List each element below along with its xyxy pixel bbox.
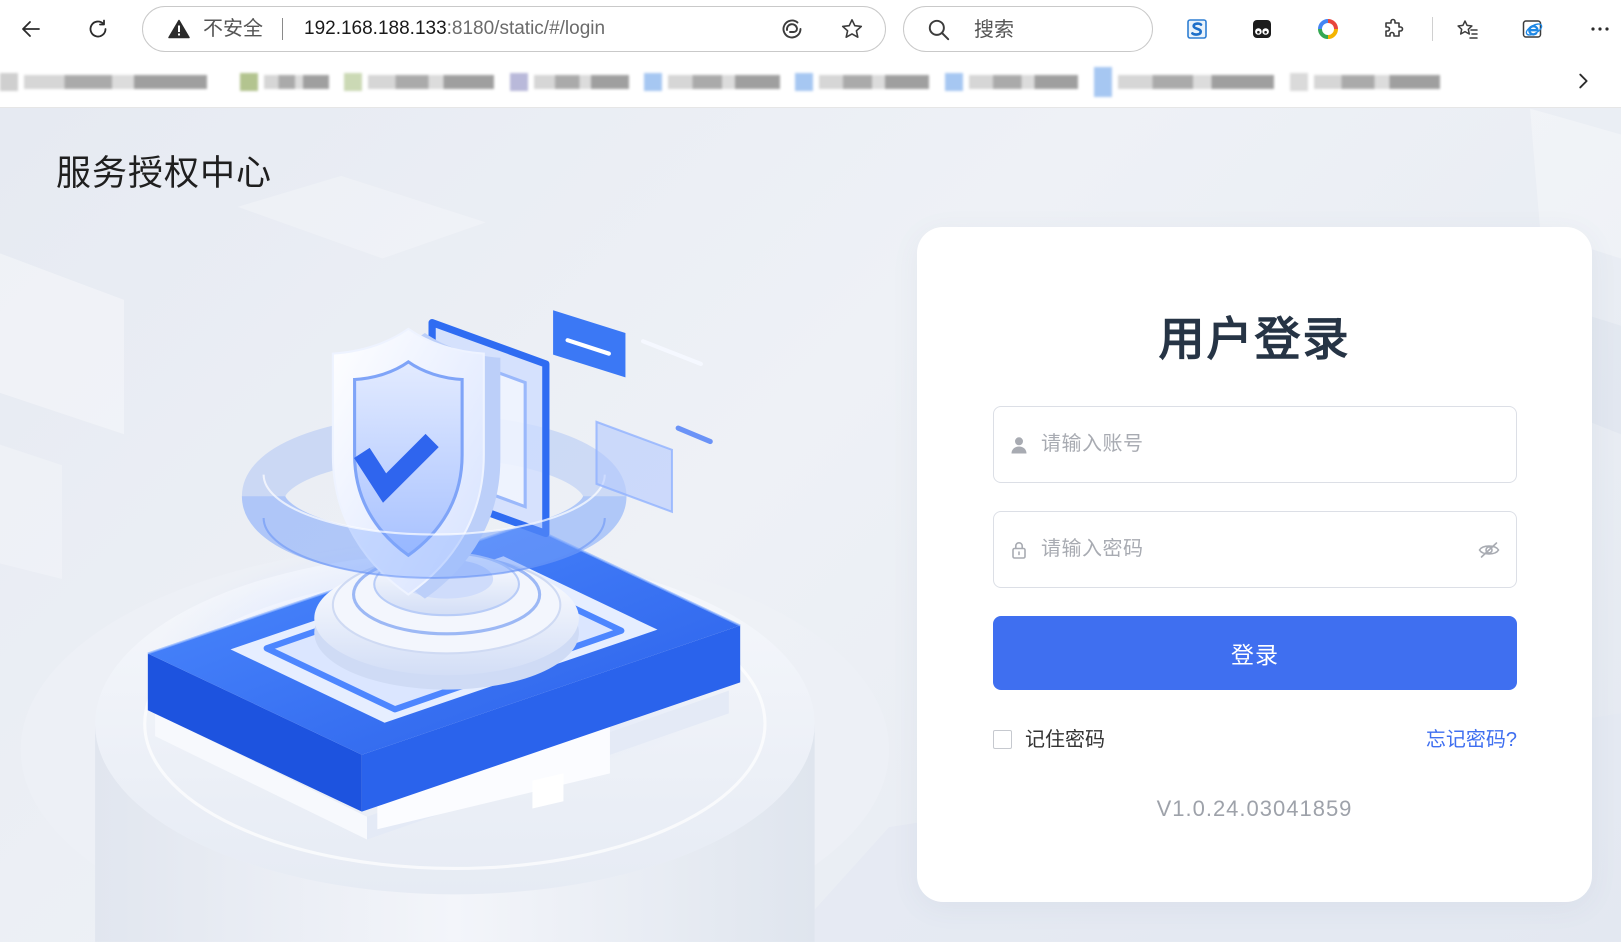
address-separator xyxy=(282,18,283,40)
eye-off-icon[interactable] xyxy=(1477,538,1501,562)
bookmark-favicon xyxy=(1094,67,1112,97)
extensions-puzzle-icon xyxy=(1385,18,1404,37)
bookmark-item[interactable] xyxy=(644,73,780,91)
bookmark-item[interactable] xyxy=(795,73,929,91)
login-page: 服务授权中心 用户登录 登录 记住密码 忘记密码? V1.0.24.030418… xyxy=(0,108,1621,942)
search-box[interactable] xyxy=(903,6,1153,53)
remember-password-label[interactable]: 记住密码 xyxy=(1025,727,1105,753)
bookmark-favicon xyxy=(1290,73,1308,91)
warning-triangle-icon[interactable] xyxy=(168,19,190,39)
bookmark-label-obscured xyxy=(668,75,780,89)
bookmark-item[interactable] xyxy=(0,73,207,91)
bookmark-favicon xyxy=(510,73,528,91)
tampermonkey-extension-icon xyxy=(1253,20,1271,38)
arrow-left-icon xyxy=(22,21,40,37)
read-aloud-icon xyxy=(782,19,802,39)
favorites-button[interactable] xyxy=(1450,11,1486,47)
bookmark-favicon xyxy=(644,73,662,91)
version-label: V1.0.24.03041859 xyxy=(1156,796,1353,821)
bookmark-item[interactable] xyxy=(1094,67,1274,97)
bookmark-favicon xyxy=(344,73,362,91)
refresh-button[interactable] xyxy=(80,11,116,47)
brand-title: 服务授权中心 xyxy=(56,154,273,193)
bookmark-favicon xyxy=(945,73,963,91)
search-input[interactable] xyxy=(972,7,1136,53)
remember-password-checkbox[interactable] xyxy=(993,730,1012,749)
bookmark-item[interactable] xyxy=(344,73,494,91)
color-ring-extension-icon xyxy=(1318,19,1338,39)
bookmarks-overflow-button[interactable] xyxy=(1567,65,1599,97)
lock-icon xyxy=(1012,542,1026,559)
bookmark-label-obscured xyxy=(24,75,207,89)
tampermonkey-extension-button[interactable] xyxy=(1244,11,1280,47)
user-icon xyxy=(1011,437,1027,454)
bookmarks-bar xyxy=(0,57,1621,108)
bookmark-favicon xyxy=(795,73,813,91)
url-path: :8180/static/#/login xyxy=(446,18,606,39)
favorites-icon xyxy=(1457,20,1478,39)
username-input[interactable] xyxy=(1041,407,1464,482)
security-status-label[interactable]: 不安全 xyxy=(203,7,263,51)
browser-toolbar: 不安全 192.168.188.133:8180/static/#/login xyxy=(0,0,1621,57)
bookmark-item[interactable] xyxy=(240,73,329,91)
bookmark-label-obscured xyxy=(819,75,929,89)
bookmark-label-obscured xyxy=(264,75,329,89)
refresh-icon xyxy=(89,19,107,38)
login-card: 用户登录 登录 记住密码 忘记密码? V1.0.24.03041859 xyxy=(917,227,1592,902)
bookmark-favicon xyxy=(240,73,258,91)
extensions-button[interactable] xyxy=(1376,11,1412,47)
username-field[interactable] xyxy=(993,406,1517,483)
bookmark-label-obscured xyxy=(1314,75,1440,89)
s-extension-button[interactable] xyxy=(1179,11,1215,47)
add-favorite-button[interactable] xyxy=(834,11,870,47)
bookmark-item[interactable] xyxy=(945,73,1078,91)
ie-mode-button[interactable] xyxy=(1515,11,1551,47)
password-input[interactable] xyxy=(1041,512,1464,587)
s-extension-icon xyxy=(1187,19,1207,39)
star-icon xyxy=(841,18,863,39)
url-text[interactable]: 192.168.188.133:8180/static/#/login xyxy=(304,7,605,51)
bookmark-label-obscured xyxy=(368,75,494,89)
forgot-password-link[interactable]: 忘记密码? xyxy=(1426,727,1517,753)
back-button[interactable] xyxy=(13,11,49,47)
chevron-right-icon xyxy=(1579,73,1588,89)
address-bar[interactable]: 不安全 192.168.188.133:8180/static/#/login xyxy=(142,6,886,52)
bookmark-label-obscured xyxy=(1118,75,1274,89)
ie-mode-icon xyxy=(1522,20,1543,38)
toolbar-separator xyxy=(1432,17,1433,41)
login-title: 用户登录 xyxy=(1158,313,1351,365)
login-button[interactable]: 登录 xyxy=(993,616,1517,690)
more-button[interactable] xyxy=(1582,11,1618,47)
search-icon xyxy=(928,19,950,41)
bookmark-label-obscured xyxy=(969,75,1078,89)
password-field[interactable] xyxy=(993,511,1517,588)
color-ring-extension-button[interactable] xyxy=(1310,11,1346,47)
bookmark-item[interactable] xyxy=(1290,73,1440,91)
read-aloud-button[interactable] xyxy=(774,11,810,47)
url-host: 192.168.188.133 xyxy=(304,18,447,39)
bookmark-label-obscured xyxy=(534,75,629,89)
bookmark-favicon xyxy=(0,73,18,91)
bookmark-item[interactable] xyxy=(510,73,629,91)
more-icon xyxy=(1591,27,1609,31)
